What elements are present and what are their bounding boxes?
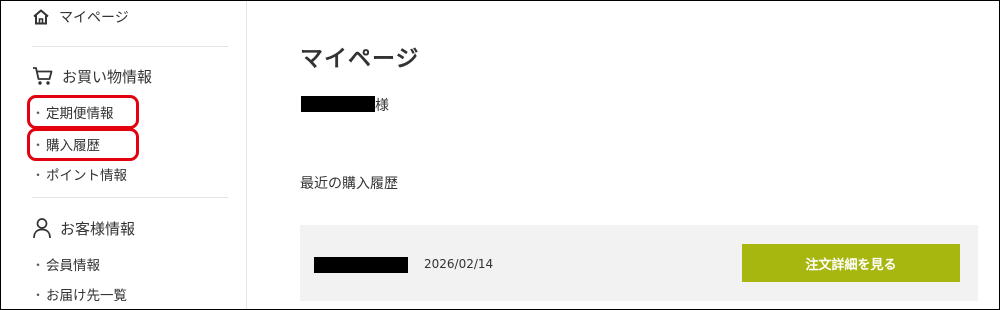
sidebar-divider: [32, 197, 228, 198]
sidebar-heading-customer: お客様情報: [32, 216, 135, 240]
sidebar-item-delivery-addresses[interactable]: ・ お届け先一覧: [32, 283, 127, 305]
person-icon: [33, 218, 51, 239]
bullet: ・: [32, 167, 45, 182]
home-icon: [33, 9, 49, 25]
sidebar-heading-shopping: お買い物情報: [32, 64, 152, 88]
customer-honorific: 様: [375, 98, 389, 114]
sidebar-item-member-info-label: 会員情報: [46, 258, 100, 274]
sidebar-item-points[interactable]: ・ ポイント情報: [32, 163, 127, 185]
sidebar-item-points-label: ポイント情報: [46, 168, 127, 184]
sidebar: マイページ お買い物情報 ・ 定期便情報 ・ 購入履歴 ・ ポイント情報 お客様…: [2, 1, 247, 309]
order-detail-button[interactable]: 注文詳細を見る: [742, 244, 960, 282]
recent-purchases-heading: 最近の購入履歴: [300, 176, 398, 192]
main-content: マイページ 様 最近の購入履歴 2026/02/14 注文詳細を見る: [247, 1, 999, 309]
sidebar-item-mypage-label: マイページ: [59, 10, 129, 26]
sidebar-divider: [32, 46, 228, 47]
highlight-outline: [27, 95, 139, 129]
sidebar-heading-shopping-label: お買い物情報: [62, 67, 153, 86]
order-card: 2026/02/14 注文詳細を見る: [300, 225, 978, 301]
page-frame: マイページ お買い物情報 ・ 定期便情報 ・ 購入履歴 ・ ポイント情報 お客様…: [0, 0, 1000, 310]
sidebar-heading-customer-label: お客様情報: [60, 219, 136, 238]
sidebar-item-delivery-addresses-label: お届け先一覧: [46, 288, 127, 304]
sidebar-item-member-info[interactable]: ・ 会員情報: [32, 253, 100, 275]
redacted-order-number: [314, 257, 408, 273]
bullet: ・: [32, 257, 45, 272]
sidebar-item-mypage[interactable]: マイページ: [32, 5, 129, 29]
cart-icon: [33, 67, 53, 85]
page-title: マイページ: [300, 46, 420, 72]
order-date: 2026/02/14: [424, 257, 494, 271]
highlight-outline: [27, 128, 139, 161]
redacted-customer-name: [301, 96, 375, 112]
bullet: ・: [32, 287, 45, 302]
